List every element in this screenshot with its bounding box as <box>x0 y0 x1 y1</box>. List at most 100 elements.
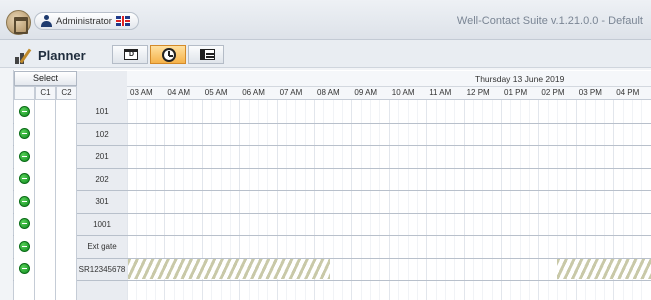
hour-label: 03 AM <box>130 88 153 97</box>
c1-cell <box>35 100 56 123</box>
grid-line <box>454 100 456 300</box>
grid-line <box>370 100 372 300</box>
empty-cell <box>35 280 56 300</box>
app-title: Well-Contact Suite v.1.21.0.0 - Default <box>456 15 643 27</box>
empty-cell <box>56 280 77 300</box>
day-view-button[interactable] <box>112 45 148 64</box>
day-view-icon <box>124 49 138 60</box>
c1-cell <box>35 190 56 213</box>
hour-label: 10 AM <box>391 88 415 97</box>
online-status-icon[interactable] <box>19 195 30 207</box>
status-cell <box>14 122 35 145</box>
unavailable-period[interactable] <box>557 258 651 279</box>
empty-cell <box>14 280 35 300</box>
room-name[interactable]: Ext gate <box>77 242 127 251</box>
hours-header: 03 AM 04 AM 05 AM 06 AM 07 AM 08 AM 09 AM 10 AM… <box>127 87 651 100</box>
uk-flag-icon[interactable] <box>115 16 130 26</box>
planner-icon <box>15 48 33 64</box>
status-cell <box>14 145 35 168</box>
grid-line <box>332 100 334 300</box>
row-divider <box>13 280 651 281</box>
hour-label: 08 AM <box>317 88 340 97</box>
grid-line <box>501 100 502 300</box>
column-header-c2[interactable]: C2 <box>56 86 77 100</box>
room-name[interactable]: 201 <box>77 152 127 161</box>
room-name[interactable]: 1001 <box>77 220 127 229</box>
grid-line <box>482 100 484 300</box>
c1-cell <box>35 167 56 190</box>
grid-line <box>510 100 512 300</box>
hour-label: 02 PM <box>541 88 565 97</box>
online-status-icon[interactable] <box>19 150 30 162</box>
row-divider <box>13 257 651 259</box>
room-name[interactable]: SR12345678 <box>77 265 127 274</box>
list-view-icon <box>200 49 215 60</box>
page-title: Planner <box>38 48 86 63</box>
row-divider <box>13 235 651 236</box>
hour-label: 12 PM <box>466 88 490 97</box>
select-columns-button[interactable]: Select Columns <box>14 71 77 96</box>
c1-cell <box>35 257 56 280</box>
c1-cell <box>35 235 56 258</box>
grid-line <box>388 100 390 300</box>
grid-line <box>463 100 465 300</box>
grid-line <box>407 100 409 300</box>
unavailable-period[interactable] <box>128 258 330 279</box>
room-name[interactable]: 301 <box>77 197 127 206</box>
room-name[interactable]: 101 <box>77 107 127 116</box>
row-divider <box>13 190 651 191</box>
room-name[interactable]: 202 <box>77 175 127 184</box>
room-name[interactable]: 102 <box>77 130 127 139</box>
app-logo[interactable] <box>6 10 31 35</box>
grid-line <box>538 100 540 300</box>
c1-cell <box>35 212 56 235</box>
user-icon <box>41 15 52 27</box>
grid-line <box>435 100 437 300</box>
column-header-c1[interactable]: C1 <box>35 86 56 100</box>
grid-line <box>379 100 381 300</box>
c1-cell <box>35 122 56 145</box>
hour-label: 04 AM <box>167 88 191 97</box>
c1-cell <box>35 145 56 168</box>
date-header: Thursday 13 June 2019 <box>127 71 651 87</box>
online-status-icon[interactable] <box>19 263 30 275</box>
c2-cell <box>56 100 77 123</box>
hour-label: 11 AM <box>429 88 452 97</box>
grid-line <box>519 100 521 300</box>
list-view-button[interactable] <box>188 45 224 64</box>
hour-label: 01 PM <box>504 88 528 97</box>
status-cell <box>14 167 35 190</box>
column-header-status[interactable] <box>14 86 35 100</box>
row-divider <box>13 122 651 124</box>
row-divider <box>13 145 651 146</box>
user-name: Administrator <box>56 15 112 27</box>
online-status-icon[interactable] <box>19 173 30 185</box>
status-cell <box>14 235 35 258</box>
grid-line <box>444 100 446 300</box>
status-cell <box>14 212 35 235</box>
date-label: Thursday 13 June 2019 <box>475 74 565 84</box>
timeline-view-button[interactable] <box>150 45 186 64</box>
grid-line <box>360 100 362 300</box>
c2-cell <box>56 145 77 168</box>
user-menu[interactable]: Administrator <box>34 12 139 30</box>
grid-line <box>398 100 400 300</box>
grid-line <box>426 100 428 300</box>
online-status-icon[interactable] <box>19 218 30 230</box>
grid-line <box>491 100 493 300</box>
hour-label: 06 AM <box>242 88 265 97</box>
c2-cell <box>56 212 77 235</box>
status-cell <box>14 100 35 123</box>
online-status-icon[interactable] <box>19 240 30 252</box>
status-cell <box>14 190 35 213</box>
hour-label: 09 AM <box>354 88 378 97</box>
status-cell <box>14 257 35 280</box>
grid-line <box>547 100 549 300</box>
hour-label: 07 AM <box>279 88 303 97</box>
online-status-icon[interactable] <box>19 105 30 117</box>
grid-line <box>472 100 474 300</box>
row-divider <box>13 212 651 214</box>
hour-label: 05 AM <box>204 88 228 97</box>
row-divider <box>13 167 651 169</box>
online-status-icon[interactable] <box>19 128 30 140</box>
